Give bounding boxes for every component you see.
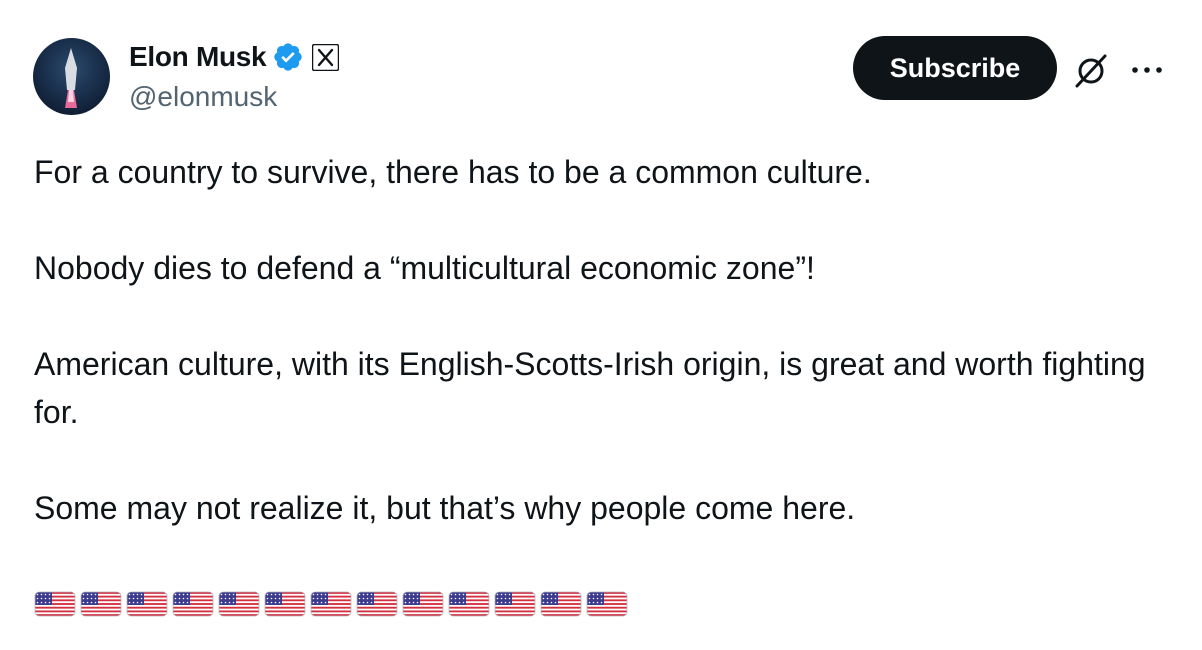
tweet-paragraph: Some may not realize it, but that’s why …	[34, 490, 856, 526]
tweet-card: Elon Musk @elonmusk Subscribe For a coun…	[0, 0, 1202, 650]
us-flag-icon	[34, 591, 76, 617]
us-flag-icon	[540, 591, 582, 617]
us-flag-icon	[402, 591, 444, 617]
emoji-flags-row	[34, 588, 628, 622]
more-options-icon[interactable]	[1127, 58, 1167, 82]
verified-badge-icon[interactable]	[272, 41, 304, 73]
tweet-paragraph: American culture, with its English-Scott…	[34, 346, 1155, 430]
us-flag-icon	[172, 591, 214, 617]
us-flag-icon	[448, 591, 490, 617]
author-handle[interactable]: @elonmusk	[129, 80, 277, 114]
us-flag-icon	[80, 591, 122, 617]
grok-icon[interactable]	[1071, 50, 1111, 90]
author-name-row: Elon Musk	[129, 40, 340, 74]
tweet-text: For a country to survive, there has to b…	[34, 148, 1174, 532]
us-flag-icon	[218, 591, 260, 617]
us-flag-icon	[494, 591, 536, 617]
us-flag-icon	[586, 591, 628, 617]
us-flag-icon	[264, 591, 306, 617]
x-logo-icon[interactable]	[312, 43, 340, 71]
tweet-paragraph: Nobody dies to defend a “multicultural e…	[34, 250, 815, 286]
tweet-paragraph: For a country to survive, there has to b…	[34, 154, 872, 190]
us-flag-icon	[356, 591, 398, 617]
us-flag-icon	[310, 591, 352, 617]
us-flag-icon	[126, 591, 168, 617]
avatar[interactable]	[33, 38, 110, 115]
subscribe-button[interactable]: Subscribe	[853, 36, 1057, 100]
display-name[interactable]: Elon Musk	[129, 40, 267, 74]
